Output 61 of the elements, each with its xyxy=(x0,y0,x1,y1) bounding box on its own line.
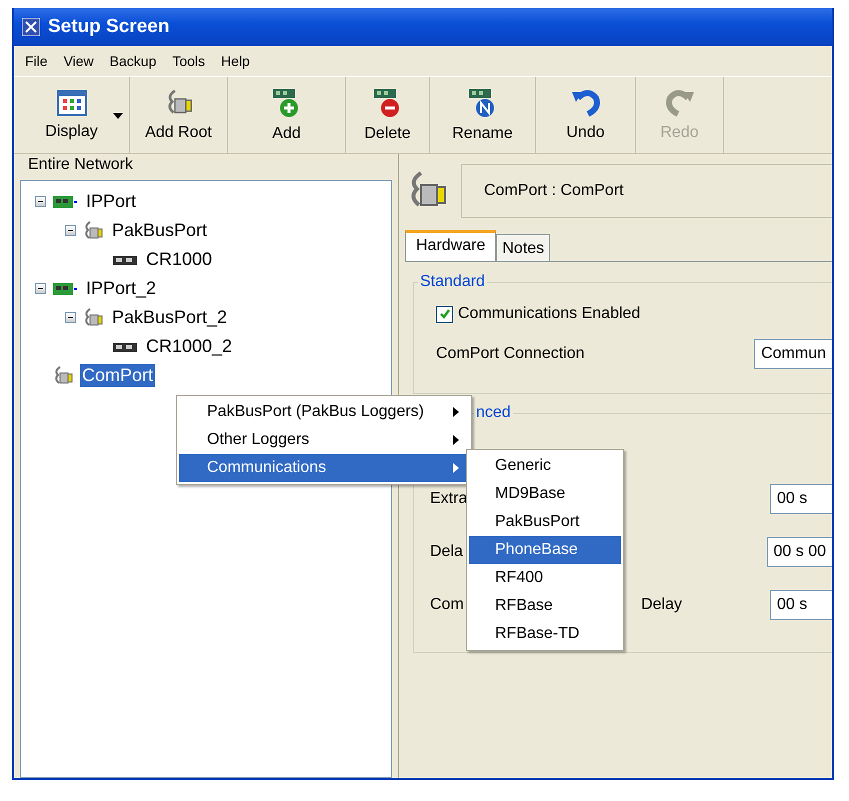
menu-item[interactable]: RF400 xyxy=(469,564,621,592)
menu-item[interactable]: RFBase xyxy=(469,592,621,620)
menu-item[interactable]: RFBase-TD xyxy=(469,620,621,648)
window-title: Setup Screen xyxy=(48,16,170,38)
plug-icon xyxy=(82,220,104,242)
tree-item[interactable]: ComPort xyxy=(80,364,156,387)
field-label: Com xyxy=(430,596,464,614)
caret-icon[interactable] xyxy=(113,113,123,119)
field-label: Delay xyxy=(641,596,682,614)
collapse-toggle[interactable] xyxy=(35,196,46,207)
menu-item[interactable]: Communications xyxy=(179,454,469,482)
collapse-toggle[interactable] xyxy=(65,225,76,236)
tree-item[interactable]: IPPort xyxy=(84,190,138,213)
toolbar-button[interactable]: Add Root xyxy=(130,77,228,153)
collapse-toggle[interactable] xyxy=(65,312,76,323)
menu-item[interactable]: PhoneBase xyxy=(469,536,621,564)
logger-icon xyxy=(112,254,138,266)
redo-icon xyxy=(664,88,696,118)
menu-item[interactable]: Tools xyxy=(165,50,212,72)
field-label: Dela xyxy=(430,543,463,561)
tree-item[interactable]: PakBusPort_2 xyxy=(110,306,230,329)
menu-item[interactable]: PakBusPort (PakBus Loggers) xyxy=(179,398,469,426)
toolbar-button[interactable]: Display xyxy=(14,77,130,153)
field-label: Extra xyxy=(430,490,468,508)
submenu-arrow-icon xyxy=(453,435,459,445)
tree-item[interactable]: CR1000_2 xyxy=(144,335,234,358)
toolbar-button[interactable]: Undo xyxy=(536,77,636,153)
checkbox[interactable] xyxy=(436,306,453,322)
menu-item[interactable]: View xyxy=(56,50,101,72)
undo-icon xyxy=(570,88,602,118)
time-field[interactable]: 00 s xyxy=(770,484,832,514)
field-label: ComPort Connection xyxy=(436,345,585,363)
time-field[interactable]: 00 s 00 xyxy=(766,537,832,567)
tab[interactable]: Notes xyxy=(496,234,550,261)
toolbar-button[interactable]: Add xyxy=(228,77,346,153)
panel-title: Entire Network xyxy=(27,155,134,175)
tree-item[interactable]: PakBusPort xyxy=(110,219,210,242)
grid-icon xyxy=(56,89,86,117)
menu-item[interactable]: Generic xyxy=(469,452,621,480)
connection-dropdown[interactable]: Commun xyxy=(754,339,832,369)
menu-item[interactable]: File xyxy=(18,50,55,72)
app-icon xyxy=(22,18,40,36)
time-field[interactable]: 00 s xyxy=(770,590,832,620)
submenu-arrow-icon xyxy=(453,407,459,417)
logger-icon xyxy=(112,340,138,352)
menu-item[interactable]: MD9Base xyxy=(469,480,621,508)
collapse-toggle[interactable] xyxy=(35,283,46,294)
menu-item[interactable]: PakBusPort xyxy=(469,508,621,536)
device-header: ComPort : ComPort xyxy=(461,164,832,218)
toolbar-button[interactable]: Delete xyxy=(346,77,430,153)
checkbox-label: Communications Enabled xyxy=(458,305,640,323)
plug-icon xyxy=(82,306,104,328)
menu-item[interactable]: Other Loggers xyxy=(179,426,469,454)
tree-item[interactable]: IPPort_2 xyxy=(84,277,158,300)
tree-item[interactable]: CR1000 xyxy=(144,248,214,271)
tab[interactable]: Hardware xyxy=(405,230,496,261)
submenu-arrow-icon xyxy=(453,463,459,473)
plug-icon xyxy=(52,364,74,386)
toolbar-button[interactable]: Rename xyxy=(430,77,536,153)
menu-item[interactable]: Backup xyxy=(102,50,164,72)
menu-item[interactable]: Help xyxy=(214,50,257,72)
